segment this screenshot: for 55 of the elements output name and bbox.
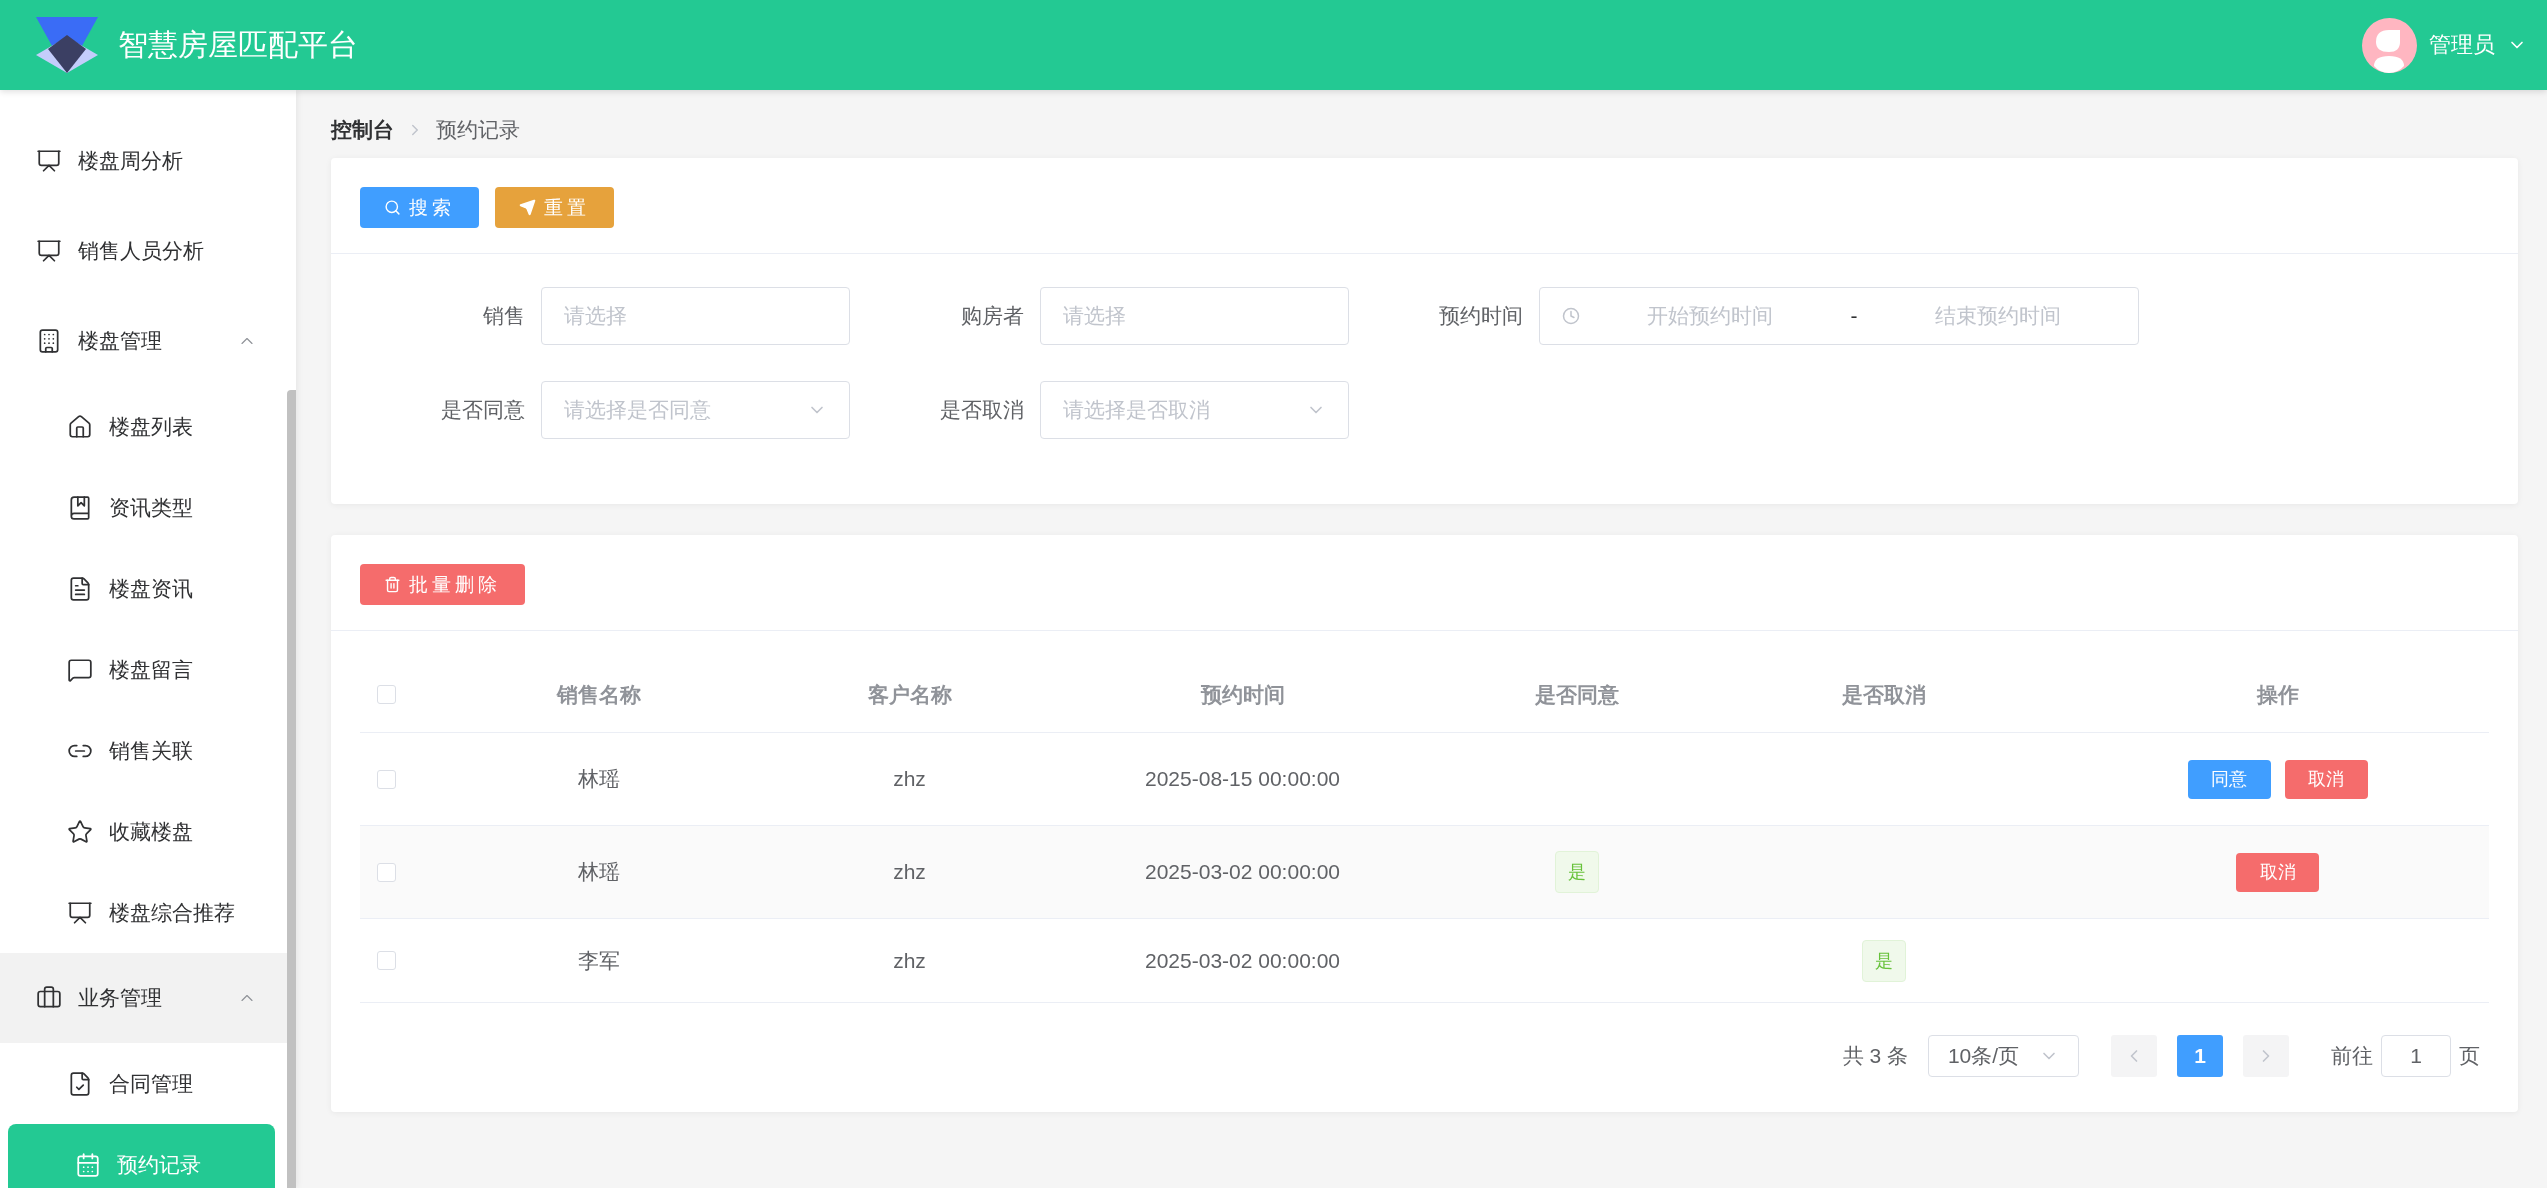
table-cell-text: 林瑶: [578, 859, 620, 885]
star-icon: [67, 818, 93, 845]
document-icon: [67, 575, 93, 602]
page-unit: 页: [2459, 1043, 2480, 1069]
scrollbar[interactable]: [287, 390, 296, 1188]
table-cell: 2025-08-15 00:00:00: [1145, 767, 1340, 791]
calendar-icon: [75, 1151, 101, 1178]
checkbox[interactable]: [376, 862, 396, 882]
column-header: 预约时间: [1200, 681, 1285, 708]
table-cell-text: 林瑶: [578, 766, 620, 792]
logo-icon: [36, 17, 98, 73]
table-cell: 2025-03-02 00:00:00: [1145, 860, 1340, 884]
total-count: 共 3 条: [1842, 1043, 1908, 1069]
page-size-select[interactable]: 10条/页: [1928, 1035, 2079, 1077]
checkbox[interactable]: [376, 951, 396, 970]
presentation-icon: [36, 238, 62, 264]
column-header: 操作: [2256, 681, 2299, 708]
breadcrumb-item: 预约记录: [436, 117, 520, 143]
building-icon: [36, 328, 62, 354]
status-tag: 是: [1862, 939, 1906, 982]
document-check-icon: [67, 1070, 93, 1097]
trash-icon: [384, 576, 401, 593]
presentation-icon: [67, 899, 93, 926]
field-label: 预约时间: [1438, 303, 1524, 329]
date-range-field[interactable]: 开始预约时间 - 结束预约时间: [1539, 287, 2139, 345]
table-cell: zhz: [893, 767, 926, 791]
search-icon: [384, 199, 401, 216]
table-cell-text: 李军: [578, 947, 620, 974]
checkbox[interactable]: [376, 685, 396, 704]
column-header: 是否取消: [1842, 681, 1926, 708]
message-icon: [67, 656, 93, 683]
status-tag: 是: [1555, 851, 1599, 893]
table-cell: 2025-03-02 00:00:00: [1145, 948, 1340, 973]
app-title: 智慧房屋匹配平台: [118, 26, 358, 63]
page-input[interactable]: 1: [2381, 1035, 2451, 1077]
book-icon: [67, 494, 93, 521]
presentation-icon: [36, 148, 62, 174]
send-icon: [519, 199, 536, 216]
house-icon: [67, 413, 93, 440]
briefcase-icon: [36, 985, 62, 1011]
checkbox[interactable]: [376, 769, 396, 789]
breadcrumb-item[interactable]: 控制台: [331, 116, 394, 144]
table-cell: zhz: [893, 860, 926, 884]
field-label: 购房者: [960, 303, 1025, 329]
menu-item[interactable]: 业务管理: [0, 953, 287, 1043]
field-label: 销售: [482, 303, 526, 329]
column-header: 是否同意: [1535, 681, 1619, 708]
field-label: 是否取消: [939, 397, 1025, 423]
column-header: 销售名称: [557, 681, 641, 708]
table-cell: zhz: [893, 948, 926, 973]
avatar-icon[interactable]: [2362, 17, 2417, 73]
field-label: 是否同意: [440, 397, 526, 423]
column-header: 客户名称: [867, 681, 952, 708]
clock-icon: [1562, 307, 1580, 325]
jump-label: 前往: [2331, 1043, 2373, 1069]
